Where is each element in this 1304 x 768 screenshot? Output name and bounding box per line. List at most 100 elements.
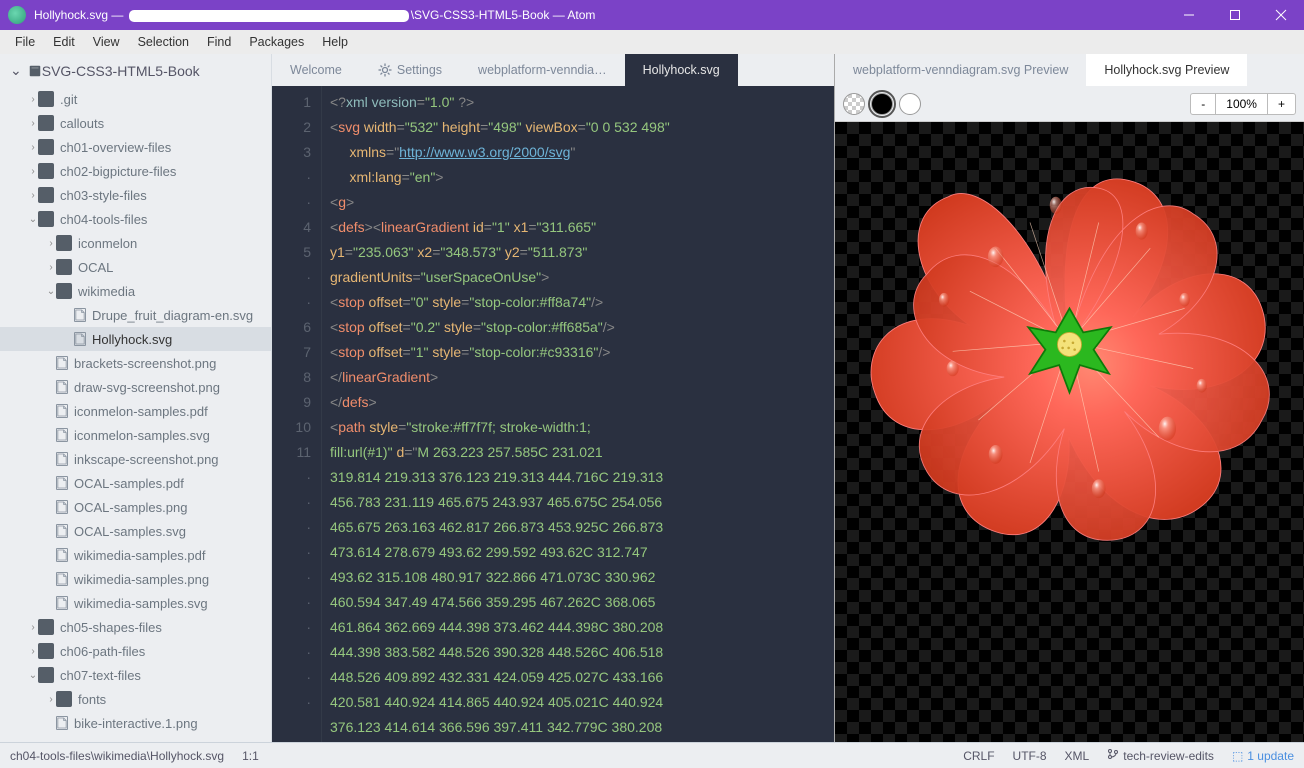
tree-item[interactable]: › ch03-style-files (0, 183, 271, 207)
zoom-in-button[interactable]: + (1268, 94, 1295, 114)
menu-file[interactable]: File (6, 35, 44, 49)
menu-selection[interactable]: Selection (129, 35, 198, 49)
tree-view: ⌄ SVG-CSS3-HTML5-Book ›.git›callouts›ch0… (0, 54, 272, 742)
chevron-icon: › (28, 190, 38, 201)
zoom-control: - 100% + (1190, 93, 1296, 115)
file-icon (74, 308, 86, 322)
tree-item-label: iconmelon-samples.pdf (74, 404, 208, 419)
tree-item[interactable]: iconmelon-samples.svg (0, 423, 271, 447)
tree-item[interactable]: Hollyhock.svg (0, 327, 271, 351)
tree-item[interactable]: ⌄ch04-tools-files (0, 207, 271, 231)
window-title: Hollyhock.svg — \SVG-CSS3-HTML5-Book — A… (34, 8, 1166, 22)
tree-item[interactable]: Drupe_fruit_diagram-en.svg (0, 303, 271, 327)
tab-label: Welcome (290, 63, 342, 77)
status-update[interactable]: ⬚1 update (1232, 749, 1294, 763)
preview-tab[interactable]: Hollyhock.svg Preview (1086, 54, 1247, 86)
tree-item-label: fonts (78, 692, 106, 707)
tree-item[interactable]: ›OCAL (0, 255, 271, 279)
editor-tab[interactable]: webplatform-venndia… (460, 54, 625, 86)
folder-icon (38, 163, 54, 179)
tree-item[interactable]: OCAL-samples.png (0, 495, 271, 519)
tree-item[interactable]: bike-interactive.1.png (0, 711, 271, 735)
file-icon (56, 380, 68, 394)
preview-toolbar: - 100% + (835, 86, 1304, 122)
folder-icon (56, 259, 72, 275)
gutter: 123··45··67891011·········· (272, 86, 322, 742)
tree-item[interactable]: ›ch06-path-files (0, 639, 271, 663)
tree-item[interactable]: wikimedia-samples.png (0, 567, 271, 591)
close-button[interactable] (1258, 0, 1304, 30)
file-icon (56, 476, 68, 490)
editor-body[interactable]: 123··45··67891011·········· <?xml versio… (272, 86, 834, 742)
tree-item-label: ch06-path-files (60, 644, 145, 659)
tree-item[interactable]: wikimedia-samples.pdf (0, 543, 271, 567)
hollyhock-svg-preview (841, 128, 1298, 556)
preview-pane: webplatform-venndiagram.svg Preview Holly… (834, 54, 1304, 742)
tree-item[interactable]: ›callouts (0, 111, 271, 135)
preview-canvas[interactable] (835, 122, 1304, 742)
folder-icon (56, 235, 72, 251)
tree-item[interactable]: ›ch01-overview-files (0, 135, 271, 159)
file-icon (56, 524, 68, 538)
tab-label: Hollyhock.svg Preview (1104, 63, 1229, 77)
tree-item[interactable]: › fonts (0, 687, 271, 711)
editor-tabs: Welcome Settings webplatform-venndia… Holly… (272, 54, 834, 86)
menu-help[interactable]: Help (313, 35, 357, 49)
menu-view[interactable]: View (84, 35, 129, 49)
file-icon (56, 500, 68, 514)
tree-item-label: wikimedia (78, 284, 135, 299)
tree-item[interactable]: OCAL-samples.pdf (0, 471, 271, 495)
zoom-out-button[interactable]: - (1191, 94, 1216, 114)
file-icon (56, 356, 68, 370)
tree-item[interactable]: ⌄ch07-text-files (0, 663, 271, 687)
git-branch-icon (1107, 748, 1119, 760)
tree-item-label: iconmelon (78, 236, 137, 251)
status-cursor[interactable]: 1:1 (242, 749, 259, 763)
editor-tab[interactable]: Hollyhock.svg (625, 54, 738, 86)
tree-item-label: inkscape-screenshot.png (74, 452, 219, 467)
chevron-icon: › (28, 94, 38, 105)
bg-black-button[interactable] (871, 93, 893, 115)
bg-white-button[interactable] (899, 93, 921, 115)
status-eol[interactable]: CRLF (963, 749, 994, 763)
tree-item[interactable]: ›.git (0, 87, 271, 111)
tree-item[interactable]: ⌄wikimedia (0, 279, 271, 303)
tree-item[interactable]: ›ch05-shapes-files (0, 615, 271, 639)
maximize-button[interactable] (1212, 0, 1258, 30)
squirrel-icon: ⬚ (1232, 749, 1243, 763)
tree-item[interactable]: draw-svg-screenshot.png (0, 375, 271, 399)
bg-checker-button[interactable] (843, 93, 865, 115)
status-language[interactable]: XML (1065, 749, 1090, 763)
folder-icon (38, 643, 54, 659)
book-icon (28, 64, 42, 78)
status-encoding[interactable]: UTF-8 (1013, 749, 1047, 763)
chevron-icon: › (46, 694, 56, 705)
menu-edit[interactable]: Edit (44, 35, 84, 49)
folder-icon (38, 139, 54, 155)
tree-item[interactable]: inkscape-screenshot.png (0, 447, 271, 471)
project-name: SVG-CSS3-HTML5-Book (42, 63, 200, 79)
preview-tab[interactable]: webplatform-venndiagram.svg Preview (835, 54, 1086, 86)
tree-item-label: ch03-style-files (60, 188, 147, 203)
tree-item[interactable]: brackets-screenshot.png (0, 351, 271, 375)
status-path[interactable]: ch04-tools-files\wikimedia\Hollyhock.svg (10, 749, 224, 763)
tree-item[interactable]: ›iconmelon (0, 231, 271, 255)
tree-item[interactable]: iconmelon-samples.pdf (0, 399, 271, 423)
tab-label: webplatform-venndia… (478, 63, 607, 77)
tree-item[interactable]: OCAL-samples.svg (0, 519, 271, 543)
tree-item-label: ch01-overview-files (60, 140, 171, 155)
editor-tab[interactable]: Welcome (272, 54, 360, 86)
folder-icon (38, 115, 54, 131)
minimize-button[interactable] (1166, 0, 1212, 30)
titlebar: Hollyhock.svg — \SVG-CSS3-HTML5-Book — A… (0, 0, 1304, 30)
tree-item-label: OCAL-samples.pdf (74, 476, 184, 491)
code-area[interactable]: <?xml version="1.0" ?><svg width="532" h… (322, 86, 834, 742)
menu-find[interactable]: Find (198, 35, 240, 49)
tree-item[interactable]: wikimedia-samples.svg (0, 591, 271, 615)
menu-packages[interactable]: Packages (240, 35, 313, 49)
editor-tab[interactable]: Settings (360, 54, 460, 86)
project-root[interactable]: ⌄ SVG-CSS3-HTML5-Book (0, 54, 271, 87)
tree-item[interactable]: ›ch02-bigpicture-files (0, 159, 271, 183)
tree-item-label: brackets-screenshot.png (74, 356, 216, 371)
status-git-branch[interactable]: tech-review-edits (1107, 748, 1214, 763)
